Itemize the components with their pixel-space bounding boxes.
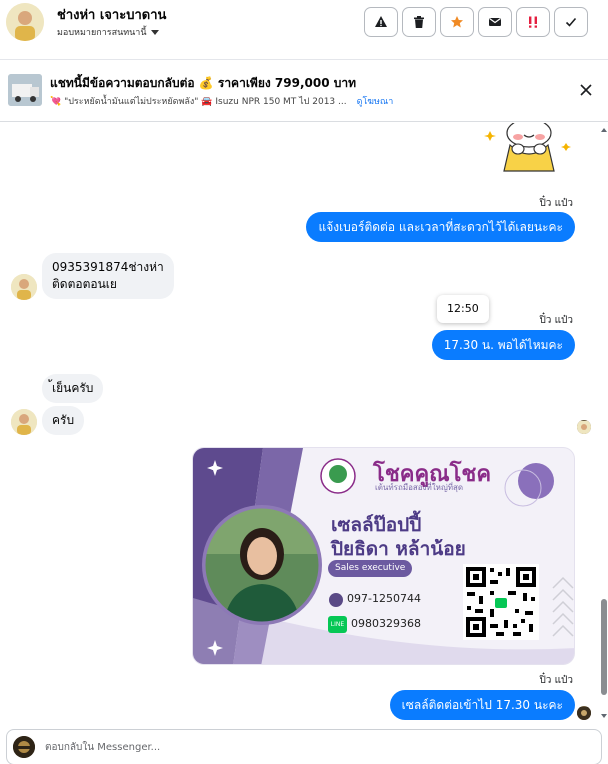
contact-avatar-small[interactable] (11, 274, 37, 300)
view-ad-link[interactable]: ดูโฆษณา (357, 94, 394, 108)
message-line: 0935391874ช่างห่า (52, 260, 164, 274)
ad-subtitle: 💘 "ประหยัดน้ำมันแต่ไม่ประหยัดพลัง" 🚘 Isu… (50, 94, 393, 108)
message-line: ติดตอตอนเย (52, 277, 117, 291)
header-actions (364, 7, 588, 37)
ad-context-banner: แชทนี้มีข้อความตอบกลับต่อ 💰 ราคาเพียง 79… (0, 60, 608, 122)
cartoon-sticker (484, 123, 571, 172)
mail-icon (489, 18, 501, 26)
phone-icon (329, 593, 343, 607)
message-incoming[interactable]: ้เย็นครับ (42, 374, 104, 403)
reply-composer[interactable]: ตอบกลับใน Messenger... (6, 729, 602, 764)
delete-button[interactable] (402, 7, 436, 37)
spam-button[interactable] (516, 7, 550, 37)
scroll-up-icon[interactable] (600, 125, 608, 135)
check-icon (565, 17, 577, 27)
contact-name[interactable]: ช่างห่า เจาะบาดาน (57, 4, 166, 25)
sender-name: ปิ๋ว แป๋ว (539, 198, 573, 209)
page-avatar (13, 736, 35, 758)
card-role: Sales executive (328, 560, 413, 577)
important-icon (529, 16, 537, 28)
mark-unread-button[interactable] (478, 7, 512, 37)
follow-up-button[interactable] (440, 7, 474, 37)
assign-conversation-dropdown[interactable]: มอบหมายการสนทนานี้ (57, 25, 159, 39)
qr-code (463, 564, 539, 640)
reply-input-placeholder[interactable]: ตอบกลับใน Messenger... (45, 740, 160, 755)
message-time-tooltip: 12:50 (437, 295, 489, 323)
line-icon: LINE (328, 616, 347, 633)
sales-photo (202, 505, 322, 625)
sales-business-card-image[interactable]: โชคคูณโชค เต้นท์รถมือสองที่ใหญ่ที่สุด เซ… (192, 447, 575, 665)
seen-indicator-avatar (577, 420, 591, 434)
report-button[interactable] (364, 7, 398, 37)
trash-icon (414, 16, 424, 28)
assign-conversation-label: มอบหมายการสนทนานี้ (57, 28, 147, 38)
warning-icon (375, 16, 387, 27)
message-outgoing[interactable]: 17.30 น. พอได้ไหมคะ (431, 330, 575, 360)
star-icon (451, 16, 463, 28)
ad-thumbnail[interactable] (8, 74, 42, 106)
card-line-id: 0980329368 (351, 617, 421, 630)
card-slogan: เต้นท์รถมือสองที่ใหญ่ที่สุด (375, 483, 464, 492)
ad-title: แชทนี้มีข้อความตอบกลับต่อ 💰 ราคาเพียง 79… (50, 76, 357, 90)
contact-avatar-small[interactable] (11, 409, 37, 435)
message-incoming[interactable]: 0935391874ช่างห่า ติดตอตอนเย (42, 253, 174, 299)
message-thread[interactable]: ปิ๋ว แป๋ว แจ้งเบอร์ติดต่อ และเวลาที่สะดว… (0, 123, 608, 723)
sender-name: ปิ๋ว แป๋ว (539, 315, 573, 326)
contact-avatar[interactable] (6, 3, 44, 41)
scrollbar-thumb[interactable] (601, 599, 607, 695)
seen-indicator-avatar (577, 706, 591, 720)
card-phone: 097-1250744 (347, 592, 421, 605)
ad-subtitle-text: 💘 "ประหยัดน้ำมันแต่ไม่ประหยัดพลัง" 🚘 Isu… (50, 97, 347, 107)
message-incoming[interactable]: ครับ (42, 406, 85, 435)
conversation-header: ช่างห่า เจาะบาดาน มอบหมายการสนทนานี้ (0, 0, 608, 60)
message-outgoing[interactable]: แจ้งเบอร์ติดต่อ และเวลาที่สะดวกไว้ได้เลย… (306, 212, 575, 242)
close-icon[interactable] (579, 83, 593, 97)
caret-down-icon (150, 29, 159, 35)
scroll-down-icon[interactable] (600, 711, 608, 721)
sender-name: ปิ๋ว แป๋ว (539, 675, 573, 686)
message-outgoing[interactable]: เซลล์ติดต่อเข้าไป 17.30 นะคะ (389, 690, 575, 720)
mark-done-button[interactable] (554, 7, 588, 37)
